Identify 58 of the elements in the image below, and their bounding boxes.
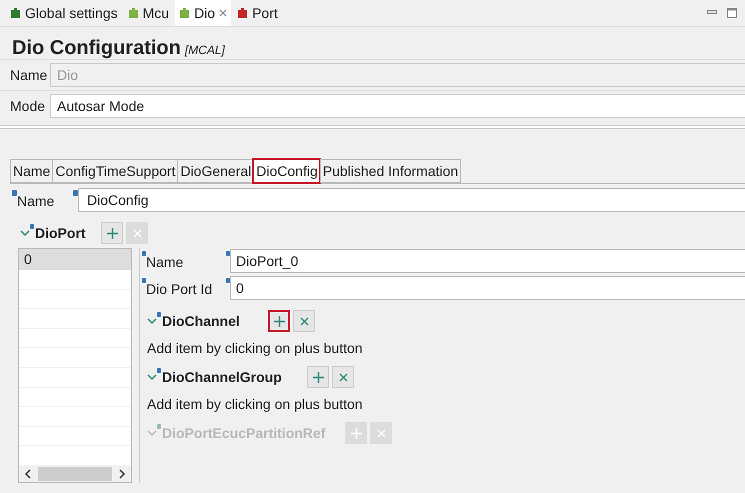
info-marker-icon (30, 224, 34, 229)
remove-button[interactable] (293, 310, 315, 332)
section-title: DioPortEcucPartitionRef (162, 425, 326, 441)
close-icon[interactable] (219, 9, 228, 17)
hint-text: Add item by clicking on plus button (146, 339, 364, 356)
field-label: Name (146, 254, 184, 270)
plus-icon (274, 316, 284, 326)
info-marker-icon (226, 251, 230, 256)
section-title: DioChannelGroup (162, 369, 283, 385)
hint-text: Add item by clicking on plus button (146, 395, 364, 412)
editor-tab[interactable]: Global settings (6, 0, 122, 26)
info-marker-icon (157, 368, 161, 373)
remove-button[interactable] (332, 366, 354, 388)
scroll-left-icon[interactable] (24, 469, 32, 480)
section-title: DioPort (35, 225, 87, 241)
port-list[interactable]: 0 (18, 248, 132, 483)
text-field[interactable]: DioConfig (78, 188, 745, 212)
field-label: Mode (10, 98, 46, 114)
maximize-icon[interactable] (727, 8, 737, 18)
info-marker-icon (12, 190, 17, 196)
section-tab[interactable]: DioConfig (253, 159, 320, 183)
chevron-icon[interactable] (147, 373, 157, 381)
cross-icon (300, 316, 308, 326)
field-label: Dio Port Id (146, 281, 214, 297)
section-tab[interactable]: Published Information (320, 159, 462, 183)
info-marker-icon (226, 278, 230, 283)
info-marker-icon (142, 251, 146, 256)
info-marker-icon (142, 278, 146, 283)
info-marker-icon (157, 312, 161, 317)
section-title: DioChannel (162, 313, 241, 329)
title-tag: [MCAL] (184, 43, 225, 57)
editor-tab[interactable]: Mcu (124, 0, 174, 26)
list-item[interactable]: 0 (19, 249, 131, 270)
editor-tab[interactable]: Port (233, 0, 282, 26)
section-tab[interactable]: DioGeneral (177, 159, 254, 183)
chevron-icon[interactable] (20, 229, 30, 237)
field-label: Name (10, 67, 48, 83)
scroll-right-icon[interactable] (118, 469, 126, 480)
plus-icon (312, 372, 324, 382)
text-field[interactable]: DioPort_0 (230, 249, 745, 273)
plus-icon (350, 428, 362, 438)
info-marker-icon (157, 424, 161, 429)
text-field[interactable]: Autosar Mode (50, 94, 745, 118)
minimize-icon[interactable] (707, 10, 717, 16)
chevron-icon[interactable] (147, 317, 157, 325)
scrollbar-thumb[interactable] (38, 467, 112, 482)
field-label: Name (17, 193, 56, 209)
editor-tab[interactable]: Dio (175, 0, 232, 26)
add-button[interactable] (268, 310, 290, 332)
page-title: Dio Configuration (12, 37, 181, 60)
section-tab[interactable]: Name (10, 159, 52, 183)
cross-icon (338, 372, 348, 382)
text-field[interactable]: 0 (230, 276, 745, 300)
info-marker-icon (73, 190, 78, 196)
section-tab[interactable]: ConfigTimeSupport (52, 159, 178, 183)
cross-icon (132, 228, 142, 238)
plus-icon (106, 228, 118, 238)
cross-icon (376, 428, 386, 438)
